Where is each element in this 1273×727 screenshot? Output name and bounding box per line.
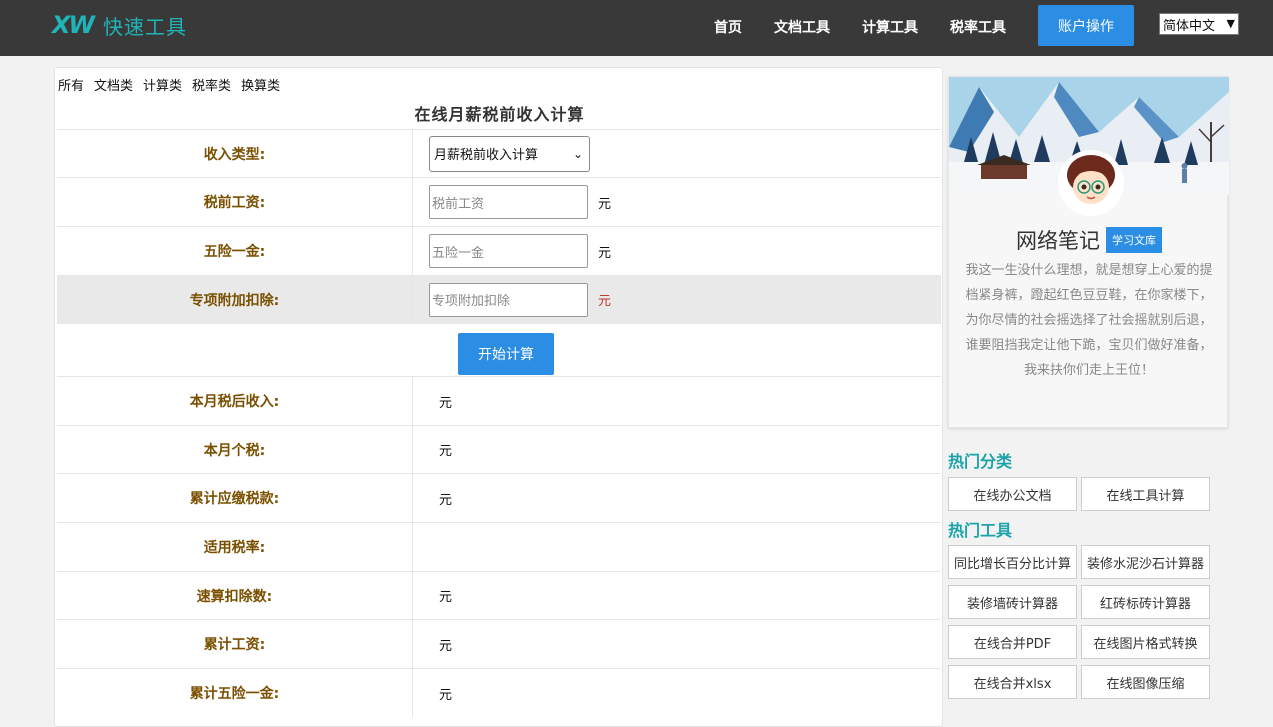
logo-mark: XW — [52, 11, 95, 39]
result-label: 速算扣除数: — [57, 572, 413, 619]
result-value: 元 — [439, 395, 453, 411]
special-deduction-row: 专项附加扣除: 专项附加扣除 元 — [57, 275, 941, 323]
category-conversion[interactable]: 换算类 — [241, 75, 280, 94]
result-value: 元 — [439, 492, 453, 508]
result-label: 适用税率: — [57, 523, 413, 571]
profile-card: 网络笔记 学习文库 我这一生没什么理想，就是想穿上心爱的提档紧身裤，蹬起红色豆豆… — [948, 76, 1229, 428]
result-row: 适用税率: — [57, 522, 941, 571]
nav-document-tools[interactable]: 文档工具 — [774, 17, 830, 37]
language-value: 简体中文 — [1163, 18, 1216, 34]
category-calculation[interactable]: 计算类 — [143, 75, 182, 94]
category-all[interactable]: 所有 — [58, 75, 84, 94]
insurance-label: 五险一金: — [57, 227, 413, 275]
nav-calculation-tools[interactable]: 计算工具 — [862, 17, 918, 37]
calculator-panel: 所有 文档类 计算类 税率类 换算类 在线月薪税前收入计算 收入类型: 月薪税前… — [54, 67, 943, 727]
calculate-row: 开始计算 — [57, 323, 941, 376]
hot-tools-title: 热门工具 — [948, 521, 1013, 540]
top-navigation-bar: XW 快速工具 首页 文档工具 计算工具 税率工具 账户操作 简体中文 ▼ — [0, 0, 1273, 56]
result-value: 元 — [439, 444, 453, 459]
hot-tool-item[interactable]: 红砖标砖计算器 — [1081, 585, 1210, 619]
site-logo[interactable]: XW 快速工具 — [52, 10, 187, 40]
language-select[interactable]: 简体中文 ▼ — [1159, 13, 1239, 35]
profile-bio: 我这一生没什么理想，就是想穿上心爱的提档紧身裤，蹬起红色豆豆鞋，在你家楼下，为你… — [965, 263, 1213, 378]
pretax-salary-label: 税前工资: — [57, 178, 413, 226]
insurance-input[interactable]: 五险一金 — [429, 234, 588, 268]
pretax-salary-input[interactable]: 税前工资 — [429, 185, 588, 219]
hot-categories-title: 热门分类 — [948, 452, 1013, 471]
profile-avatar[interactable] — [1058, 150, 1124, 216]
result-label: 累计工资: — [57, 620, 413, 668]
nav-tax-tools[interactable]: 税率工具 — [950, 17, 1006, 37]
hot-tool-item[interactable]: 装修墙砖计算器 — [948, 585, 1077, 619]
income-type-value: 月薪税前收入计算 — [434, 148, 539, 163]
special-deduction-input[interactable]: 专项附加扣除 — [429, 282, 588, 317]
category-filter: 所有 文档类 计算类 税率类 换算类 — [58, 75, 280, 94]
result-row: 本月税后收入: 元 — [57, 376, 941, 425]
category-tax[interactable]: 税率类 — [192, 75, 231, 94]
income-type-row: 收入类型: 月薪税前收入计算 ⌄ — [57, 129, 941, 177]
category-document[interactable]: 文档类 — [94, 75, 133, 94]
nav-home[interactable]: 首页 — [714, 17, 742, 37]
result-row: 本月个税: 元 — [57, 425, 941, 473]
result-value: 元 — [439, 590, 453, 605]
insurance-row: 五险一金: 五险一金 元 — [57, 226, 941, 275]
income-type-select[interactable]: 月薪税前收入计算 ⌄ — [429, 135, 590, 172]
hot-category-item[interactable]: 在线工具计算 — [1081, 477, 1210, 511]
chevron-down-icon: ▼ — [1226, 17, 1235, 30]
result-value: 元 — [439, 638, 453, 654]
profile-name: 网络笔记 — [1016, 229, 1100, 253]
logo-text: 快速工具 — [102, 14, 187, 39]
result-row: 累计应缴税款: 元 — [57, 473, 941, 522]
start-calculation-button[interactable]: 开始计算 — [458, 333, 554, 375]
result-row: 累计五险一金: 元 — [57, 668, 941, 717]
result-label: 本月个税: — [57, 426, 413, 473]
result-row: 累计工资: 元 — [57, 619, 941, 668]
hot-tool-item[interactable]: 同比增长百分比计算 — [948, 545, 1077, 579]
result-value: 元 — [439, 687, 453, 703]
profile-name-row: 网络笔记 学习文库 — [949, 225, 1229, 255]
page-title: 在线月薪税前收入计算 — [414, 105, 585, 124]
income-type-label: 收入类型: — [57, 130, 413, 177]
result-label: 本月税后收入: — [57, 377, 413, 425]
pretax-salary-row: 税前工资: 税前工资 元 — [57, 177, 941, 226]
result-label: 累计应缴税款: — [57, 474, 413, 522]
account-button[interactable]: 账户操作 — [1038, 5, 1134, 46]
result-row: 速算扣除数: 元 — [57, 571, 941, 619]
hot-category-item[interactable]: 在线办公文档 — [948, 477, 1077, 511]
special-deduction-label: 专项附加扣除: — [57, 276, 413, 323]
special-deduction-unit: 元 — [598, 294, 612, 309]
hot-tool-item[interactable]: 在线图像压缩 — [1081, 665, 1210, 699]
insurance-unit: 元 — [598, 245, 612, 261]
chevron-down-icon: ⌄ — [572, 146, 583, 161]
hot-tool-item[interactable]: 在线合并PDF — [948, 625, 1077, 659]
pretax-salary-unit: 元 — [598, 196, 612, 212]
hot-tool-item[interactable]: 装修水泥沙石计算器 — [1081, 545, 1210, 579]
hot-tool-item[interactable]: 在线合并xlsx — [948, 665, 1077, 699]
profile-tag-badge[interactable]: 学习文库 — [1106, 227, 1162, 253]
result-label: 累计五险一金: — [57, 669, 413, 717]
hot-tool-item[interactable]: 在线图片格式转换 — [1081, 625, 1210, 659]
